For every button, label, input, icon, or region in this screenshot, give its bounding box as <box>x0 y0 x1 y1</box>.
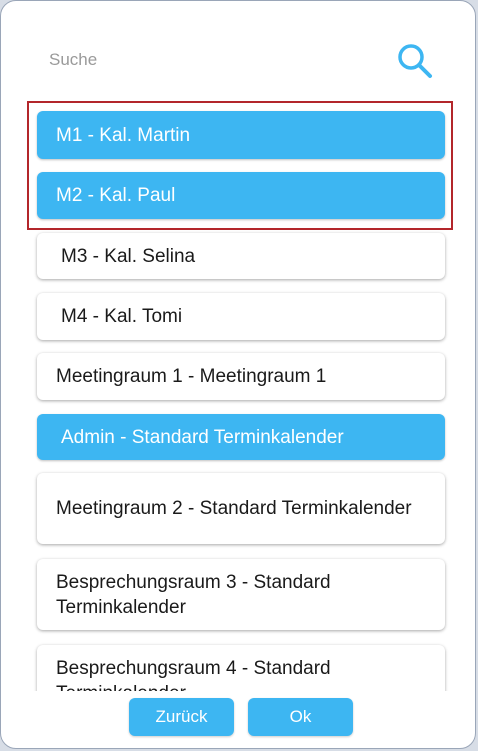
calendar-item-label: Admin - Standard Terminkalender <box>61 426 344 448</box>
search-bar <box>1 31 475 91</box>
calendar-item-label: M2 - Kal. Paul <box>56 185 176 206</box>
calendar-item-meetingraum-1[interactable]: Meetingraum 1 - Meetingraum 1 <box>37 353 445 400</box>
calendar-item-label: M4 - Kal. Tomi <box>61 306 183 327</box>
calendar-item-m2[interactable]: M2 - Kal. Paul <box>37 172 445 219</box>
calendar-item-label: M3 - Kal. Selina <box>61 245 196 267</box>
ok-button[interactable]: Ok <box>248 698 353 736</box>
calendar-item-m3[interactable]: M3 - Kal. Selina <box>37 233 445 279</box>
calendar-item-label: M1 - Kal. Martin <box>56 124 191 146</box>
calendar-item-meetingraum-2[interactable]: Meetingraum 2 - Standard Terminkalender <box>37 473 445 544</box>
calendar-item-besprechungsraum-4[interactable]: Besprechungsraum 4 - Standard Terminkale… <box>37 645 445 691</box>
calendar-item-label: Besprechungsraum 3 - Standard Terminkale… <box>56 571 331 618</box>
calendar-list[interactable]: M1 - Kal. Martin M2 - Kal. Paul M3 - Kal… <box>1 105 475 691</box>
search-input[interactable] <box>47 45 351 75</box>
calendar-item-m4[interactable]: M4 - Kal. Tomi <box>37 293 445 340</box>
calendar-item-label: Meetingraum 2 - Standard Terminkalender <box>56 498 412 519</box>
calendar-item-m1[interactable]: M1 - Kal. Martin <box>37 111 445 159</box>
calendar-item-besprechungsraum-3[interactable]: Besprechungsraum 3 - Standard Terminkale… <box>37 559 445 630</box>
search-icon[interactable] <box>393 39 437 83</box>
calendar-select-dialog: M1 - Kal. Martin M2 - Kal. Paul M3 - Kal… <box>0 0 476 749</box>
back-button[interactable]: Zurück <box>129 698 234 736</box>
calendar-item-label: Besprechungsraum 4 - Standard Terminkale… <box>56 657 331 692</box>
calendar-item-admin[interactable]: Admin - Standard Terminkalender <box>37 414 445 460</box>
calendar-item-label: Meetingraum 1 - Meetingraum 1 <box>56 366 327 387</box>
